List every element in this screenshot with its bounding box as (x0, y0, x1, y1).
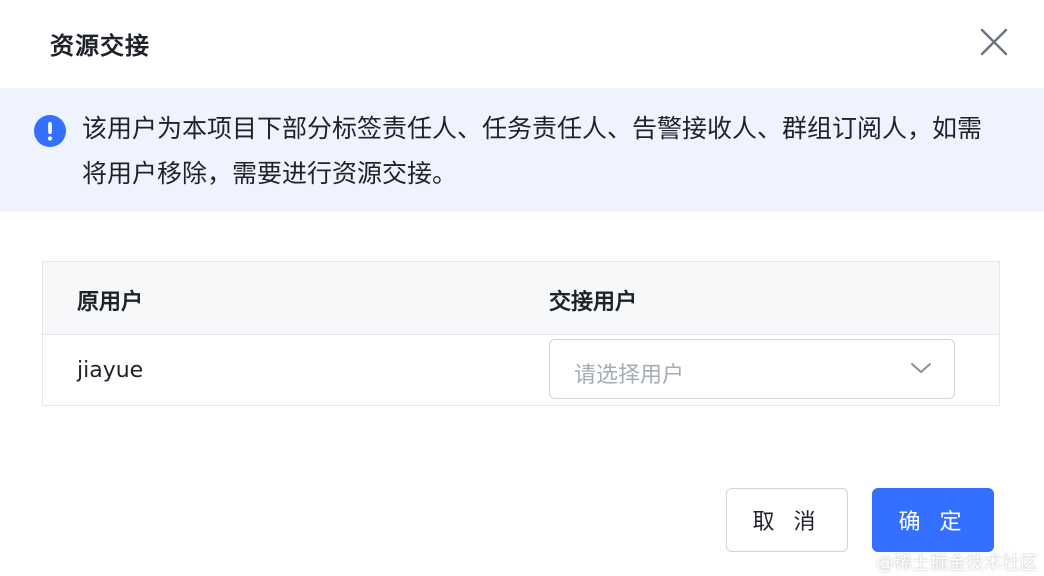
handover-table: 原用户 交接用户 jiayue 请选择用户 (42, 261, 1000, 406)
dialog-header: 资源交接 (0, 0, 1044, 88)
watermark: @稀土掘金技术社区 (876, 553, 1038, 574)
original-user-cell: jiayue (77, 358, 144, 383)
column-header-original-user: 原用户 (77, 290, 144, 315)
cancel-button[interactable]: 取 消 (726, 488, 848, 552)
close-button[interactable] (976, 24, 1012, 60)
confirm-button[interactable]: 确 定 (872, 488, 994, 552)
close-icon (980, 28, 1008, 56)
column-header-handover-user: 交接用户 (549, 290, 638, 315)
alert-message: 该用户为本项目下部分标签责任人、任务责任人、告警接收人、群组订阅人，如需将用户移… (82, 114, 983, 188)
chevron-down-icon (911, 363, 931, 373)
exclamation-circle-icon (34, 115, 66, 147)
select-placeholder: 请选择用户 (574, 363, 685, 388)
dialog-title: 资源交接 (50, 32, 150, 60)
resource-handover-dialog: 资源交接 该用户为本项目下部分标签责任人、任务责任人、告警接收人、群组订阅人，如… (0, 0, 1044, 576)
handover-user-select[interactable]: 请选择用户 (549, 339, 955, 399)
table-header: 原用户 交接用户 (43, 262, 999, 335)
